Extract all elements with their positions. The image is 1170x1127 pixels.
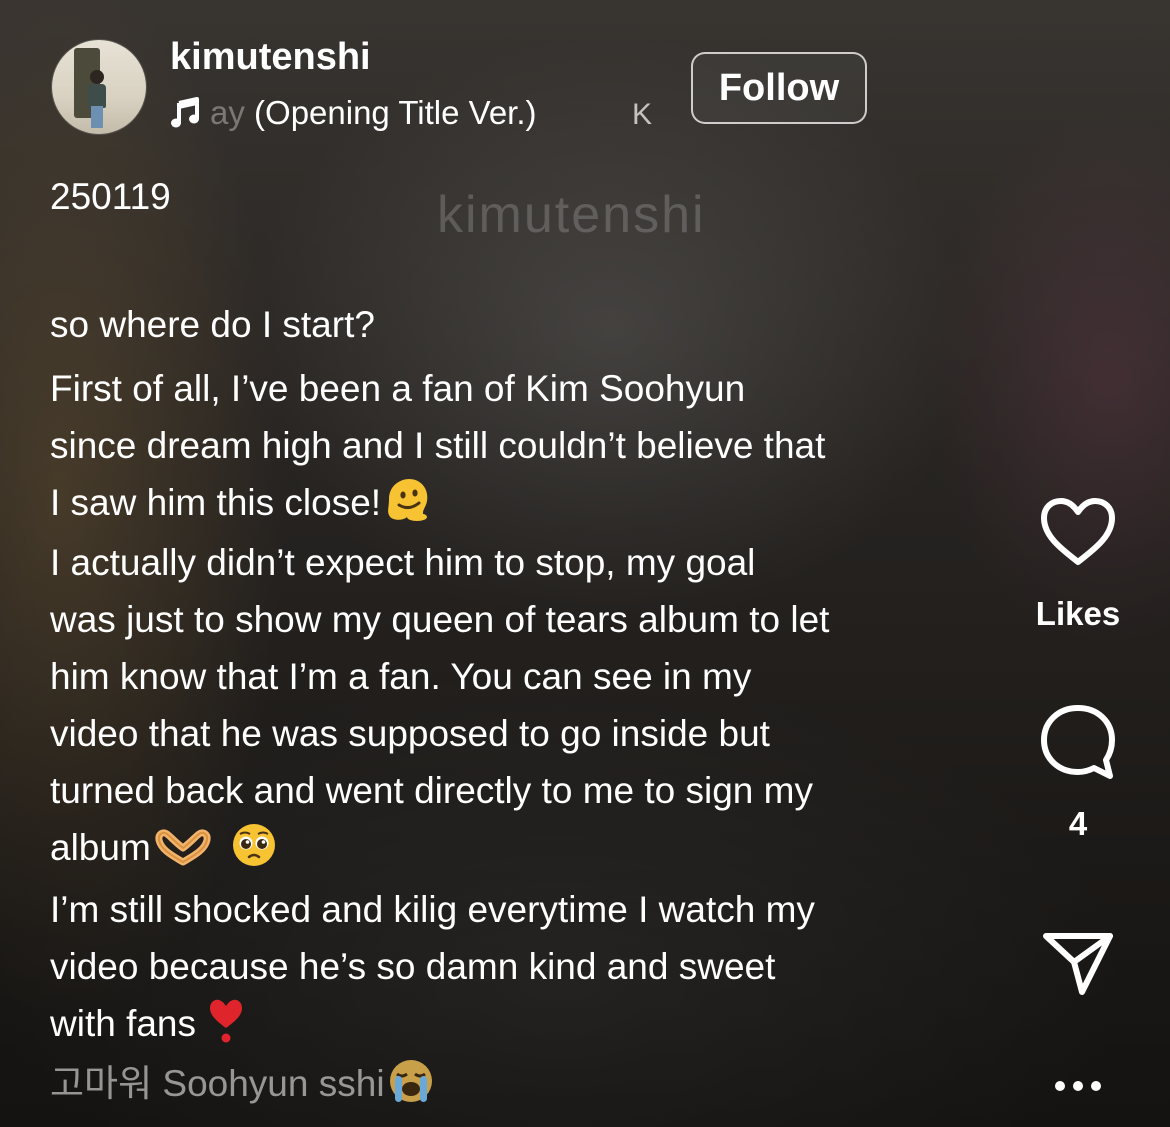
caption-line: album [50,827,151,868]
more-options[interactable] [1046,1074,1110,1103]
comments-count: 4 [1068,805,1088,842]
caption-line: video because he’s so damn kind and swee… [50,946,776,987]
red-heart-exclamation-emoji [208,998,244,1060]
share-action[interactable] [1036,928,1120,1003]
heart-hands-emoji [153,827,213,884]
pleading-face-emoji [231,822,277,884]
caption-line: turned back and went directly to me to s… [50,770,813,811]
music-track-faded-prefix: ay [210,94,245,131]
heart-icon[interactable] [1038,496,1118,573]
comment-bubble-icon[interactable] [1036,702,1120,789]
send-icon[interactable] [1040,928,1116,1003]
caption-line: since dream high and I still couldn’t be… [50,425,826,466]
caption-line: I saw him this close! [50,482,382,523]
follow-button[interactable]: Follow [691,52,867,124]
caption-line: with fans [50,1003,197,1044]
music-note-icon [170,96,200,130]
caption-line: I actually didn’t expect him to stop, my… [50,542,756,583]
music-track[interactable]: ay (Opening Title Ver.) [170,93,670,133]
music-next-letter: K [632,98,653,131]
music-track-title: ay (Opening Title Ver.) [210,94,537,132]
likes-label: Likes [1035,595,1121,632]
loudly-crying-face-emoji [387,1058,435,1120]
caption-line: I’m still shocked and kilig everytime I … [50,889,815,930]
music-track-visible: (Opening Title Ver.) [254,94,537,131]
melting-face-emoji [383,477,431,539]
caption-line: him know that I’m a fan. You can see in … [50,656,752,697]
caption: 250119 so where do I start? First of all… [50,168,990,1112]
comment-action[interactable]: 4 [1030,702,1126,843]
avatar[interactable] [52,40,146,134]
caption-line: video that he was supposed to go inside … [50,713,770,754]
caption-line: was just to show my queen of tears album… [50,599,830,640]
caption-line-faded: 고마워 Soohyun sshi [50,1063,385,1104]
caption-line: so where do I start? [50,304,375,345]
like-action[interactable]: Likes [1030,496,1126,633]
username[interactable]: kimutenshi [170,36,371,79]
more-dots-icon[interactable] [1048,1074,1108,1103]
caption-date: 250119 [50,176,171,217]
caption-line: First of all, I’ve been a fan of Kim Soo… [50,368,746,409]
